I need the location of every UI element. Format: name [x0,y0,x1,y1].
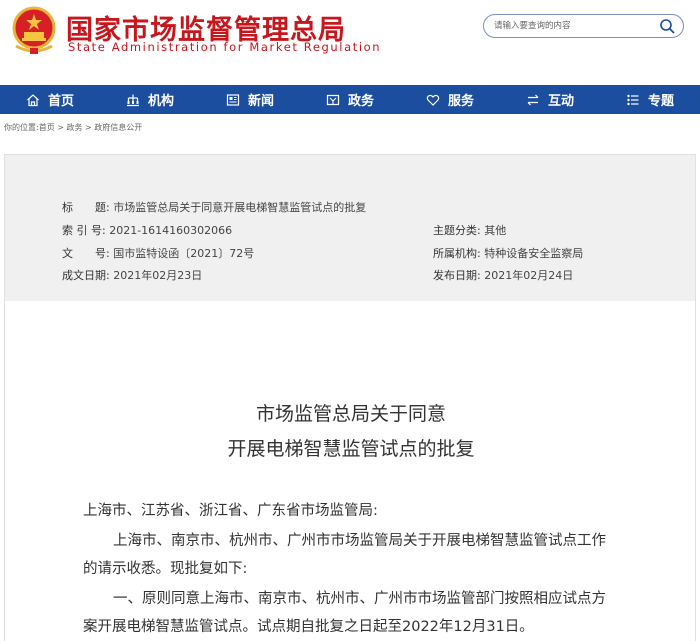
doc-title-line2: 开展电梯智慧监管试点的批复 [227,438,475,460]
nav-item-interaction[interactable]: 互动 [500,85,600,114]
nav-item-government[interactable]: 政务 [300,85,400,114]
meta-index-row: 索 引 号: 2021-1614160302066 [62,222,232,238]
nav-label: 机构 [147,94,174,109]
meta-created-row: 成文日期: 2021年02月23日 [62,267,202,283]
meta-category-value: 其他 [484,224,507,237]
doc-para2-line1: 一、原则同意上海市、南京市、杭州市、广州市市场监管部门按照相应试点方 [113,591,606,607]
national-emblem-icon[interactable] [10,6,58,56]
home-icon [27,93,39,106]
site-header: 国家市场监督管理总局 State Administration for Mark… [0,0,700,85]
meta-published-label: 发布日期: [433,269,481,282]
list-icon [627,94,639,105]
nav-item-news[interactable]: 新闻 [200,85,300,114]
meta-created-label: 成文日期: [62,269,110,282]
nav-label: 政务 [347,94,374,109]
nav-label: 专题 [647,94,674,109]
nav-label: 互动 [547,94,574,109]
nav-label: 新闻 [247,94,274,109]
meta-title-row: 标 题: 市场监管总局关于同意开展电梯智慧监管试点的批复 [62,199,366,215]
search-input[interactable] [494,18,654,34]
nav-label: 首页 [47,94,74,109]
exchange-icon [527,94,539,105]
meta-title-value: 市场监管总局关于同意开展电梯智慧监管试点的批复 [113,201,367,214]
doc-title-line1: 市场监管总局关于同意 [255,403,446,425]
meta-index-label: 索 引 号: [62,224,106,237]
meta-category-label: 主题分类: [433,224,481,237]
doc-para1-line2: 的请示收悉。现批复如下: [83,561,248,577]
meta-index-value: 2021-1614160302066 [109,224,233,237]
doc-recipients: 上海市、江苏省、浙江省、广东省市场监管局: [83,503,378,519]
doc-para2-line2: 案开展电梯智慧监管试点。试点期自批复之日起至2022年12月31日。 [83,619,534,635]
document-metadata: 标 题: 市场监管总局关于同意开展电梯智慧监管试点的批复 索 引 号: 2021… [4,154,696,301]
search-icon[interactable] [659,18,675,34]
main-nav: 首页 机构 新闻 政务 服务 互动 专题 [0,85,700,114]
meta-org-label: 所属机构: [433,247,481,260]
meta-docno-row: 文 号: 国市监特设函〔2021〕72号 [62,245,254,261]
org-chart-icon [126,94,139,106]
document-body: 市场监管总局关于同意 开展电梯智慧监管试点的批复 上海市、江苏省、浙江省、广东省… [4,301,696,641]
meta-published-row: 发布日期: 2021年02月24日 [433,267,573,283]
meta-org-value: 特种设备安全监察局 [484,247,584,260]
government-icon [326,94,340,105]
nav-item-topics[interactable]: 专题 [600,85,700,114]
doc-para1-line1: 上海市、南京市、杭州市、广州市市场监管局关于开展电梯智慧监管试点工作 [113,533,606,549]
meta-org-row: 所属机构: 特种设备安全监察局 [433,245,583,261]
heart-icon [426,94,440,106]
nav-label: 服务 [447,94,474,109]
news-icon [226,93,240,106]
meta-title-label: 标 题: [62,201,110,214]
meta-published-value: 2021年02月24日 [484,269,574,282]
meta-created-value: 2021年02月23日 [113,269,203,282]
nav-item-home[interactable]: 首页 [0,85,100,114]
meta-docno-label: 文 号: [62,247,110,260]
site-subtitle: State Administration for Market Regulati… [68,40,382,54]
nav-item-org[interactable]: 机构 [100,85,200,114]
meta-category-row: 主题分类: 其他 [433,222,506,238]
nav-item-services[interactable]: 服务 [400,85,500,114]
meta-docno-value: 国市监特设函〔2021〕72号 [113,247,255,260]
search-box [483,14,684,38]
breadcrumb[interactable]: 你的位置:首页 > 政务 > 政府信息公开 [4,122,142,133]
